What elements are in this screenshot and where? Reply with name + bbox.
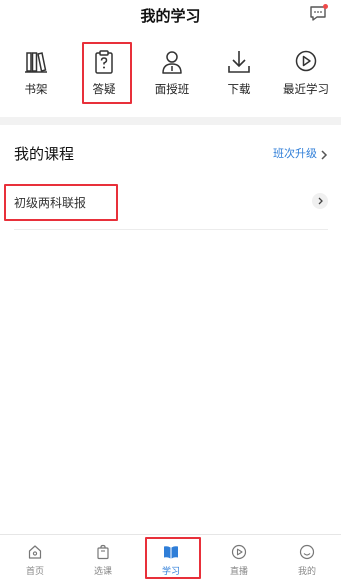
page-title: 我的学习 — [140, 7, 201, 25]
course-item[interactable]: 初级两科联报 — [8, 184, 328, 218]
tab-study[interactable]: 学习 — [137, 535, 205, 581]
tab-label: 我的 — [297, 567, 316, 577]
tab-home[interactable]: 首页 — [1, 535, 69, 581]
tab-profile[interactable]: 我的 — [273, 535, 341, 581]
tab-label: 直播 — [229, 567, 248, 577]
quick-nav-qa[interactable]: 答疑 — [70, 40, 138, 110]
clipboard-question-icon — [90, 48, 118, 76]
tab-live[interactable]: 直播 — [205, 535, 273, 581]
live-play-icon — [231, 544, 247, 560]
row-divider — [14, 229, 328, 230]
bookshelf-icon — [22, 48, 50, 76]
tab-label: 首页 — [25, 567, 44, 577]
open-book-icon — [163, 544, 179, 560]
quick-nav-label: 书架 — [24, 82, 48, 96]
quick-nav: 书架 答疑 面授班 下载 最近学习 — [0, 40, 341, 114]
shopping-bag-icon — [95, 544, 111, 560]
download-icon — [225, 48, 253, 76]
course-name: 初级两科联报 — [14, 196, 87, 210]
teacher-icon — [158, 48, 186, 76]
chevron-right-icon[interactable] — [312, 193, 328, 209]
tab-label: 选课 — [93, 567, 112, 577]
quick-nav-label: 面授班 — [154, 82, 190, 96]
upgrade-class-link[interactable]: 班次升级 — [273, 145, 317, 161]
quick-nav-download[interactable]: 下载 — [205, 40, 273, 110]
notification-dot — [323, 4, 328, 9]
play-circle-icon — [292, 48, 320, 76]
quick-nav-label: 下载 — [227, 82, 251, 96]
bottom-tab-bar: 首页 选课 学习 直播 我的 — [0, 534, 341, 585]
quick-nav-label: 答疑 — [92, 82, 116, 96]
section-divider — [0, 117, 341, 125]
home-icon — [27, 544, 43, 560]
quick-nav-classroom[interactable]: 面授班 — [138, 40, 206, 110]
chevron-right-icon[interactable] — [320, 146, 328, 160]
header-bar: 我的学习 — [0, 0, 341, 32]
quick-nav-bookshelf[interactable]: 书架 — [2, 40, 70, 110]
courses-section-title: 我的课程 — [14, 145, 75, 163]
tab-label: 学习 — [161, 567, 180, 577]
quick-nav-label: 最近学习 — [283, 82, 329, 96]
profile-face-icon — [299, 544, 315, 560]
tab-courses[interactable]: 选课 — [69, 535, 137, 581]
quick-nav-recent[interactable]: 最近学习 — [272, 40, 340, 110]
